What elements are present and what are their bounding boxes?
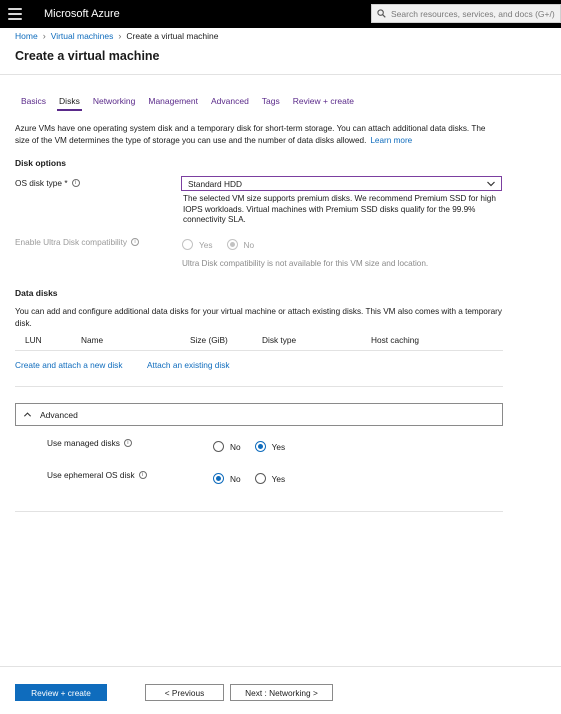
tab-advanced[interactable]: Advanced xyxy=(211,96,249,110)
ephemeral-os-disk-label-text: Use ephemeral OS disk xyxy=(47,470,135,480)
breadcrumb-current: Create a virtual machine xyxy=(126,31,219,41)
info-icon[interactable]: i xyxy=(123,439,132,447)
attach-existing-disk-link[interactable]: Attach an existing disk xyxy=(147,360,230,370)
column-header-name: Name xyxy=(81,335,104,345)
intro-description: Azure VMs have one operating system disk… xyxy=(15,124,486,145)
ultra-disk-no-label: No xyxy=(243,239,255,250)
learn-more-link[interactable]: Learn more xyxy=(370,136,412,145)
divider xyxy=(0,74,561,75)
ephemeral-os-disk-yes-label: Yes xyxy=(271,473,286,484)
chevron-down-icon xyxy=(487,181,495,187)
os-disk-type-dropdown[interactable]: Standard HDD xyxy=(181,176,502,191)
tab-bar: Basics Disks Networking Management Advan… xyxy=(21,96,367,111)
brand-title[interactable]: Microsoft Azure xyxy=(44,8,120,20)
managed-disks-no-label: No xyxy=(230,441,241,452)
menu-icon[interactable] xyxy=(8,8,22,20)
managed-disks-no-radio[interactable] xyxy=(213,441,224,452)
info-icon[interactable]: i xyxy=(131,238,140,246)
review-create-button[interactable]: Review + create xyxy=(15,684,107,701)
ephemeral-os-disk-yes-radio[interactable] xyxy=(254,473,266,484)
ultra-disk-yes-radio[interactable] xyxy=(182,239,193,250)
chevron-right-icon: › xyxy=(42,31,46,41)
next-networking-button[interactable]: Next : Networking > xyxy=(230,684,333,701)
ultra-disk-yes-label: Yes xyxy=(199,239,213,250)
column-header-lun: LUN xyxy=(25,335,42,345)
ephemeral-os-disk-radio-group: No Yes xyxy=(213,473,299,484)
ultra-disk-note: Ultra Disk compatibility is not availabl… xyxy=(182,259,429,268)
advanced-accordion[interactable]: Advanced xyxy=(15,403,503,426)
column-header-disk-type: Disk type xyxy=(262,335,297,345)
managed-disks-radio-group: No Yes xyxy=(213,441,299,452)
tab-tags[interactable]: Tags xyxy=(262,96,280,110)
search-icon xyxy=(377,9,386,18)
intro-text: Azure VMs have one operating system disk… xyxy=(15,123,495,146)
divider xyxy=(15,511,503,512)
tab-basics[interactable]: Basics xyxy=(21,96,46,110)
advanced-accordion-label: Advanced xyxy=(40,409,78,420)
ephemeral-os-disk-no-label: No xyxy=(230,473,241,484)
search-input[interactable] xyxy=(391,8,560,19)
chevron-right-icon: › xyxy=(118,31,122,41)
chevron-up-icon xyxy=(23,412,32,417)
disk-options-heading: Disk options xyxy=(15,158,67,168)
page-title: Create a virtual machine xyxy=(15,49,160,63)
tab-management[interactable]: Management xyxy=(148,96,198,110)
managed-disks-yes-label: Yes xyxy=(271,441,286,452)
column-header-size: Size (GiB) xyxy=(190,335,228,345)
breadcrumb-home[interactable]: Home xyxy=(15,31,38,41)
ultra-disk-label-text: Enable Ultra Disk compatibility xyxy=(15,237,128,247)
tab-review-create[interactable]: Review + create xyxy=(293,96,354,110)
ultra-disk-label: Enable Ultra Disk compatibility i xyxy=(15,237,140,247)
ephemeral-os-disk-no-radio[interactable] xyxy=(213,473,224,484)
info-icon[interactable]: i xyxy=(138,471,147,479)
ultra-disk-radio-group: Yes No xyxy=(182,239,268,250)
os-disk-help-text: The selected VM size supports premium di… xyxy=(183,194,496,224)
os-disk-type-label-text: OS disk type * xyxy=(15,178,68,188)
os-disk-type-label: OS disk type * i xyxy=(15,178,80,188)
tab-disks[interactable]: Disks xyxy=(57,96,82,111)
managed-disks-label-text: Use managed disks xyxy=(47,438,120,448)
ultra-disk-no-radio[interactable] xyxy=(226,239,238,250)
info-icon[interactable]: i xyxy=(71,179,80,187)
os-disk-type-value: Standard HDD xyxy=(188,178,242,189)
footer-divider xyxy=(0,666,561,667)
breadcrumb: Home › Virtual machines › Create a virtu… xyxy=(15,31,219,41)
global-search[interactable] xyxy=(371,4,561,23)
create-attach-disk-link[interactable]: Create and attach a new disk xyxy=(15,360,122,370)
top-bar: Microsoft Azure xyxy=(0,0,561,28)
divider xyxy=(15,386,503,387)
breadcrumb-virtual-machines[interactable]: Virtual machines xyxy=(51,31,114,41)
data-disks-description: You can add and configure additional dat… xyxy=(15,307,502,328)
column-header-host-caching: Host caching xyxy=(371,335,419,345)
table-divider xyxy=(15,350,503,351)
previous-button[interactable]: < Previous xyxy=(145,684,224,701)
managed-disks-yes-radio[interactable] xyxy=(254,441,266,452)
data-disks-heading: Data disks xyxy=(15,288,58,298)
ephemeral-os-disk-label: Use ephemeral OS disk i xyxy=(47,470,147,480)
tab-networking[interactable]: Networking xyxy=(93,96,136,110)
managed-disks-label: Use managed disks i xyxy=(47,438,132,448)
